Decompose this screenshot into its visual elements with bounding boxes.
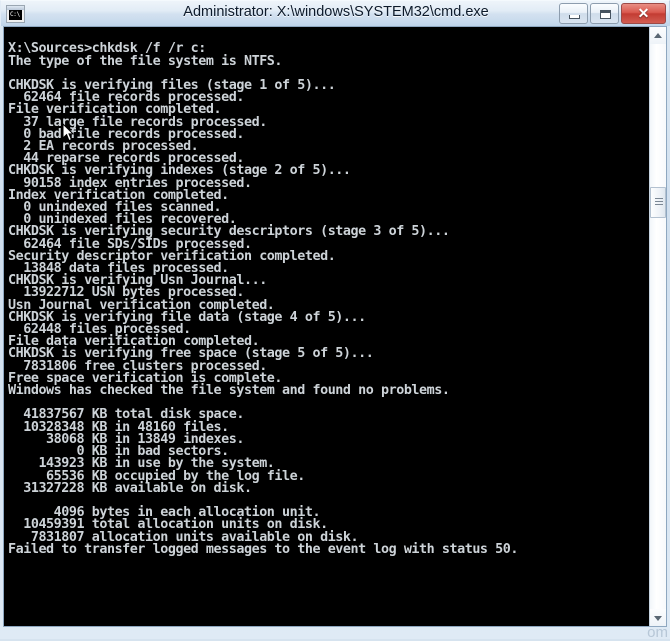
icon-prompt-text: C:\ bbox=[10, 11, 20, 18]
scroll-down-arrow-icon bbox=[654, 615, 662, 621]
scroll-up-button[interactable] bbox=[650, 27, 666, 44]
maximize-button[interactable] bbox=[590, 3, 619, 24]
scrollbar-grip-icon bbox=[655, 198, 663, 199]
command-prompt-window: C:\ Administrator: X:\windows\SYSTEM32\c… bbox=[0, 0, 670, 641]
close-icon: ✕ bbox=[637, 5, 650, 21]
scrollbar-thumb[interactable] bbox=[650, 187, 666, 218]
window-titlebar[interactable]: C:\ Administrator: X:\windows\SYSTEM32\c… bbox=[0, 0, 670, 26]
console-output: X:\Sources>chkdsk /f /r c: The type of t… bbox=[8, 41, 518, 557]
close-button[interactable]: ✕ bbox=[621, 3, 666, 24]
console-client-area[interactable]: X:\Sources>chkdsk /f /r c: The type of t… bbox=[3, 26, 667, 627]
scroll-down-button[interactable] bbox=[650, 609, 666, 626]
minimize-button[interactable] bbox=[559, 3, 588, 24]
cmd-console-icon[interactable]: C:\ bbox=[6, 5, 25, 23]
scroll-up-arrow-icon bbox=[654, 32, 662, 38]
window-controls: ✕ bbox=[559, 3, 666, 24]
maximize-icon bbox=[600, 10, 611, 19]
vertical-scrollbar[interactable] bbox=[649, 27, 666, 626]
icon-screen: C:\ bbox=[9, 10, 22, 20]
minimize-icon bbox=[569, 15, 580, 19]
